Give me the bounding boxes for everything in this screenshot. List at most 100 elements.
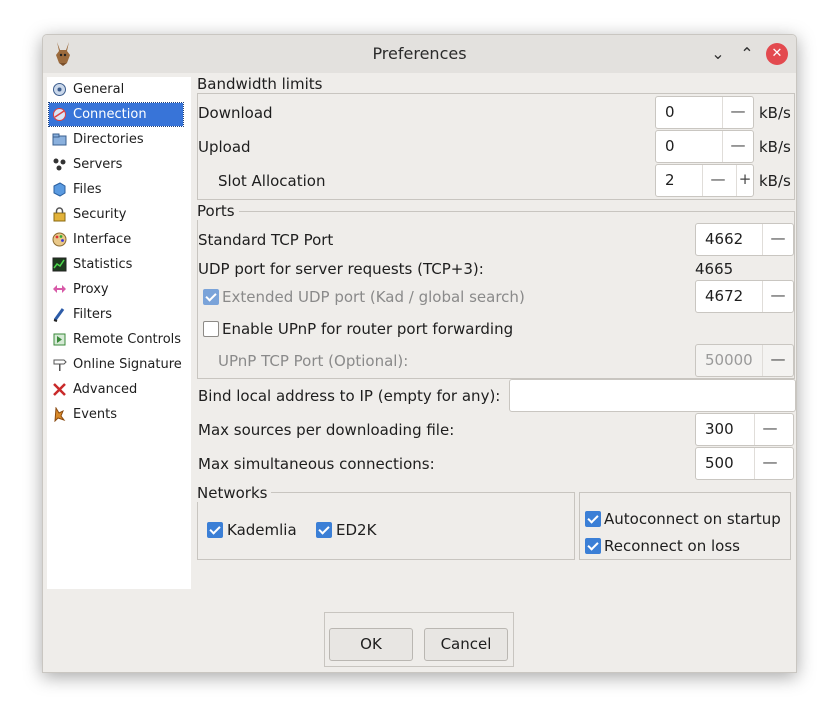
lock-icon [52,207,67,222]
extended-udp-spinbox[interactable]: 4672 — [695,280,794,313]
sidebar-item-directories[interactable]: Directories [49,128,183,151]
upnp-label: Enable UPnP for router port forwarding [222,320,514,338]
sidebar-item-remote-controls[interactable]: Remote Controls [49,328,183,351]
sidebar-item-connection[interactable]: Connection [48,102,184,127]
extended-udp-checkbox[interactable] [203,289,219,305]
upload-limit-value: 0 [665,137,675,155]
sidebar-item-label: Files [73,182,102,197]
kademlia-label: Kademlia [227,521,297,539]
extended-udp-value: 4672 [705,287,744,305]
sidebar-item-label: Proxy [73,282,109,297]
slot-allocation-label: Slot Allocation [218,172,326,190]
sidebar-item-label: Remote Controls [73,332,182,347]
sidebar-item-label: Filters [73,307,112,322]
sidebar-item-security[interactable]: Security [49,203,183,226]
sidebar-item-filters[interactable]: Filters [49,303,183,326]
extended-udp-decrement-button[interactable]: — [762,281,793,312]
minimize-button[interactable]: ⌄ [707,43,729,65]
maximize-button[interactable]: ⌃ [736,43,758,65]
sidebar-item-label: General [73,82,125,97]
sidebar-item-label: Security [73,207,127,222]
close-button[interactable]: ✕ [766,43,788,65]
autoconnect-startup-checkbox[interactable] [585,511,601,527]
title-bar[interactable]: Preferences ⌄ ⌃ ✕ [43,35,796,73]
close-icon: ✕ [771,46,783,61]
sidebar-item-label: Interface [73,232,132,247]
networks-group-title: Networks [197,484,272,502]
upnp-checkbox[interactable] [203,321,219,337]
sidebar-item-statistics[interactable]: Statistics [49,253,183,276]
sidebar-item-label: Statistics [73,257,133,272]
tcp-port-value: 4662 [705,230,744,248]
directories-icon [52,132,67,147]
sidebar-item-proxy[interactable]: Proxy [49,278,183,301]
autoconnect-startup-label: Autoconnect on startup [604,510,781,528]
window-title: Preferences [372,44,467,63]
ok-button[interactable]: OK [329,628,413,661]
ports-group-title: Ports [197,202,239,220]
download-label: Download [198,104,273,122]
download-limit-spinbox[interactable]: 0 — [655,96,754,129]
bind-address-label: Bind local address to IP (empty for any)… [198,387,501,405]
max-sources-decrement-button[interactable]: — [754,414,785,445]
sidebar-item-label: Online Signature [73,357,182,372]
sidebar-item-label: Events [73,407,118,422]
signpost-icon [52,357,67,372]
remote-controls-icon [52,332,67,347]
sidebar-item-servers[interactable]: Servers [49,153,183,176]
upnp-tcp-port-label: UPnP TCP Port (Optional): [218,352,409,370]
max-sources-spinbox[interactable]: 300 — [695,413,794,446]
bandwidth-group-title: Bandwidth limits [197,75,327,93]
sidebar-item-general[interactable]: General [49,78,183,101]
upload-label: Upload [198,138,251,156]
bind-address-input[interactable] [509,379,796,412]
preferences-window: Preferences ⌄ ⌃ ✕ General Connection Dir… [42,34,797,673]
udp-server-label: UDP port for server requests (TCP+3): [198,260,484,278]
ed2k-label: ED2K [336,521,377,539]
cancel-button[interactable]: Cancel [424,628,508,661]
sidebar-item-label: Directories [73,132,144,147]
slot-allocation-value: 2 [665,171,675,189]
reconnect-on-loss-label: Reconnect on loss [604,537,740,555]
extended-udp-label: Extended UDP port (Kad / global search) [222,288,525,306]
upload-unit: kB/s [759,138,791,156]
tcp-port-spinbox[interactable]: 4662 — [695,223,794,256]
upload-decrement-button[interactable]: — [722,131,753,162]
connection-icon [52,107,67,122]
upnp-tcp-port-decrement-button[interactable]: — [762,345,793,376]
events-icon [52,406,67,423]
sidebar-item-online-signature[interactable]: Online Signature [49,353,183,376]
upnp-tcp-port-value: 50000 [705,351,753,369]
max-sources-value: 300 [705,420,734,438]
upload-limit-spinbox[interactable]: 0 — [655,130,754,163]
max-connections-value: 500 [705,454,734,472]
download-decrement-button[interactable]: — [722,97,753,128]
advanced-icon [52,382,67,397]
max-sources-label: Max sources per downloading file: [198,421,455,439]
tcp-port-label: Standard TCP Port [198,231,334,249]
kademlia-checkbox[interactable] [207,522,223,538]
reconnect-on-loss-checkbox[interactable] [585,538,601,554]
sidebar-item-interface[interactable]: Interface [49,228,183,251]
filters-icon [52,307,67,322]
udp-server-value: 4665 [695,260,734,278]
max-connections-spinbox[interactable]: 500 — [695,447,794,480]
general-icon [52,82,67,97]
sidebar-item-events[interactable]: Events [49,403,183,426]
sidebar-item-advanced[interactable]: Advanced [49,378,183,401]
sidebar-item-label: Connection [73,107,147,122]
files-icon [52,182,67,197]
sidebar-item-files[interactable]: Files [49,178,183,201]
slot-increment-button[interactable]: + [736,165,753,196]
sidebar-item-label: Servers [73,157,123,172]
servers-icon [52,157,67,172]
slot-allocation-spinbox[interactable]: 2 — + [655,164,754,197]
tcp-port-decrement-button[interactable]: — [762,224,793,255]
proxy-icon [52,282,67,297]
ed2k-checkbox[interactable] [316,522,332,538]
slot-decrement-button[interactable]: — [702,165,733,196]
statistics-icon [52,257,67,272]
max-connections-decrement-button[interactable]: — [754,448,785,479]
download-unit: kB/s [759,104,791,122]
upnp-tcp-port-spinbox[interactable]: 50000 — [695,344,794,377]
